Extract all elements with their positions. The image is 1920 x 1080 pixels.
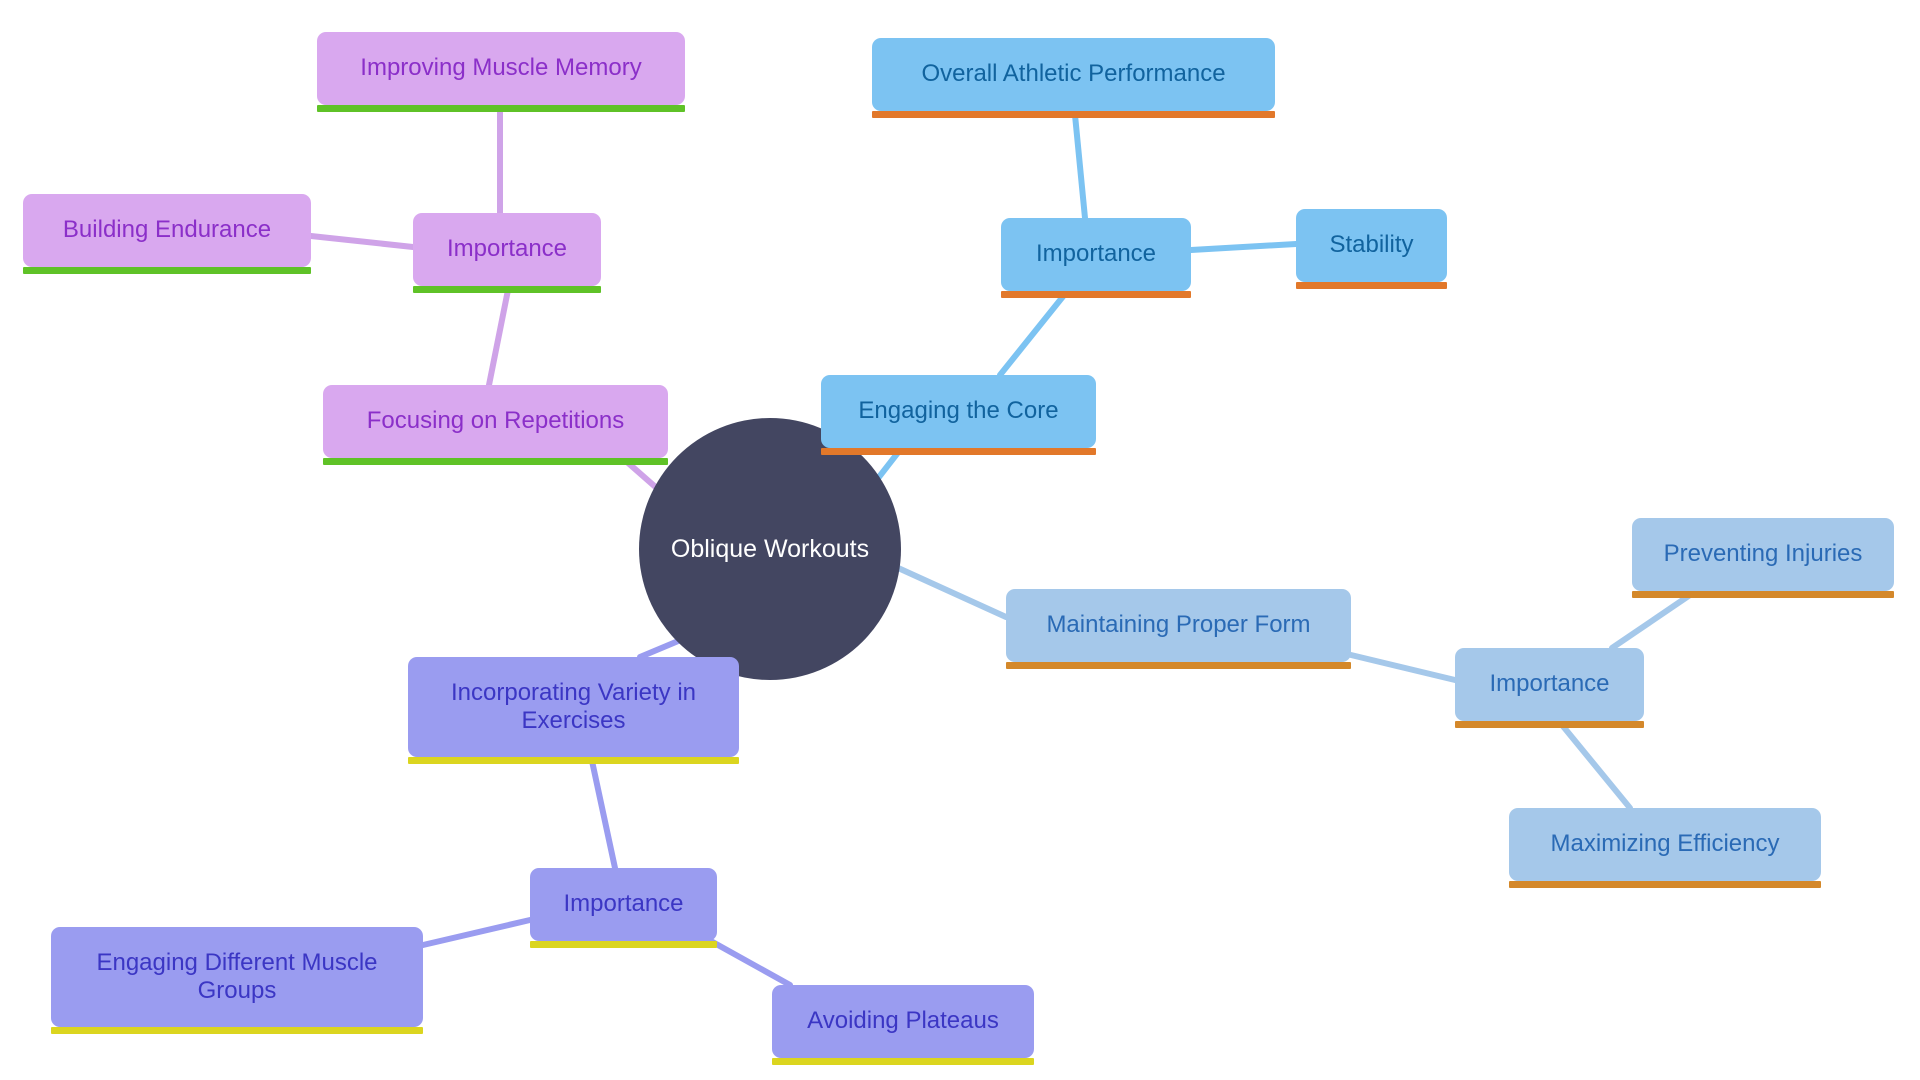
edge-core-importance [997,291,1068,378]
node-label-preventing-injuries: Preventing Injuries [1663,540,1863,568]
node-maximizing-efficiency[interactable]: Maximizing Efficiency [1509,808,1821,888]
node-engaging-the-core[interactable]: Engaging the Core [821,375,1096,455]
node-importance-variety[interactable]: Importance [530,868,717,948]
node-label-focusing-on-repetitions: Focusing on Repetitions [366,407,625,435]
node-stability[interactable]: Stability [1296,209,1447,289]
edge-variety-importance [589,758,618,871]
node-accent-bar-preventing-injuries [1632,591,1894,598]
edge-root-form [893,564,1009,620]
node-improving-muscle-memory[interactable]: Improving Muscle Memory [317,32,685,112]
node-accent-bar-engaging-the-core [821,448,1096,455]
node-preventing-injuries[interactable]: Preventing Injuries [1632,518,1894,598]
edge-form-importance [1348,652,1458,683]
edge-importance-muscle-groups [420,917,533,948]
node-label-importance-form: Importance [1489,670,1610,698]
node-label-importance-core: Importance [1035,240,1157,268]
node-label-stability: Stability [1329,231,1414,259]
node-incorporating-variety[interactable]: Incorporating Variety in Exercises [408,657,739,764]
node-importance-repetitions[interactable]: Importance [413,213,601,293]
node-maintaining-proper-form[interactable]: Maintaining Proper Form [1006,589,1351,669]
node-accent-bar-maintaining-proper-form [1006,662,1351,669]
node-accent-bar-improving-muscle-memory [317,105,685,112]
node-label-importance-variety: Importance [563,890,684,918]
edge-repetitions-importance [486,287,511,388]
node-avoiding-plateaus[interactable]: Avoiding Plateaus [772,985,1034,1065]
node-accent-bar-avoiding-plateaus [772,1058,1034,1065]
node-overall-athletic-performance[interactable]: Overall Athletic Performance [872,38,1275,118]
node-importance-form[interactable]: Importance [1455,648,1644,728]
node-accent-bar-importance-repetitions [413,286,601,293]
node-accent-bar-importance-form [1455,721,1644,728]
node-accent-bar-importance-variety [530,941,717,948]
node-label-importance-repetitions: Importance [446,235,568,263]
node-accent-bar-building-endurance [23,267,311,274]
root-node-label: Oblique Workouts [670,534,870,563]
edge-importance-endurance [308,233,416,250]
node-importance-core[interactable]: Importance [1001,218,1191,298]
node-label-avoiding-plateaus: Avoiding Plateaus [807,1007,999,1035]
node-accent-bar-importance-core [1001,291,1191,298]
node-accent-bar-stability [1296,282,1447,289]
mindmap-canvas: Oblique Workouts Improving Muscle Memory B… [0,0,1920,1080]
edge-importance-athletic [1072,112,1088,221]
node-focusing-on-repetitions[interactable]: Focusing on Repetitions [323,385,668,465]
node-accent-bar-engaging-different-muscle-groups [51,1027,423,1034]
node-label-engaging-different-muscle-groups: Engaging Different Muscle Groups [96,948,378,1004]
node-label-overall-athletic-performance: Overall Athletic Performance [921,60,1226,88]
node-accent-bar-maximizing-efficiency [1509,881,1821,888]
node-label-maximizing-efficiency: Maximizing Efficiency [1550,830,1780,858]
node-label-engaging-the-core: Engaging the Core [858,397,1059,425]
node-label-improving-muscle-memory: Improving Muscle Memory [360,54,642,82]
node-label-maintaining-proper-form: Maintaining Proper Form [1046,611,1311,639]
node-label-building-endurance: Building Endurance [62,216,272,244]
edge-importance-preventing [1609,592,1693,651]
node-accent-bar-overall-athletic-performance [872,111,1275,118]
node-building-endurance[interactable]: Building Endurance [23,194,311,274]
node-engaging-different-muscle-groups[interactable]: Engaging Different Muscle Groups [51,927,423,1034]
edge-importance-maximizing [1559,722,1633,811]
edge-importance-stability [1188,241,1299,253]
node-accent-bar-focusing-on-repetitions [323,458,668,465]
node-accent-bar-incorporating-variety [408,757,739,764]
root-node-oblique-workouts[interactable]: Oblique Workouts [639,418,901,680]
node-label-incorporating-variety: Incorporating Variety in Exercises [450,678,696,734]
